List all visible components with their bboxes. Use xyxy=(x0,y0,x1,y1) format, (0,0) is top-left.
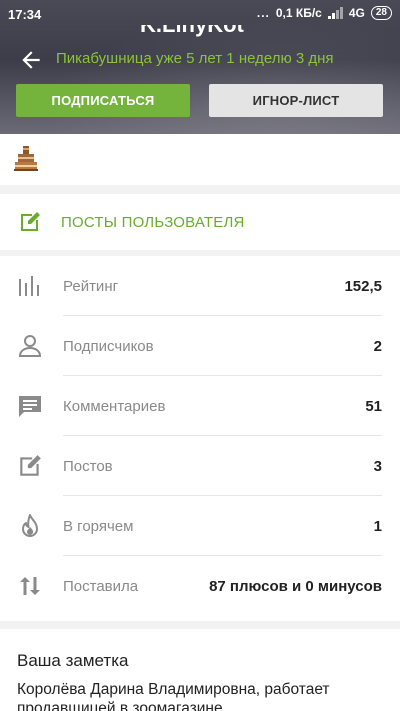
stat-value: 152,5 xyxy=(344,278,382,295)
user-note[interactable]: Ваша заметка Королёва Дарина Владимировн… xyxy=(0,629,400,711)
edit-icon xyxy=(20,455,41,476)
user-posts-label: ПОСТЫ ПОЛЬЗОВАТЕЛЯ xyxy=(61,214,245,231)
stat-label: Постов xyxy=(63,458,113,475)
user-posts-link[interactable]: ПОСТЫ ПОЛЬЗОВАТЕЛЯ xyxy=(0,194,400,250)
signal-icon xyxy=(327,7,343,19)
awards-row xyxy=(0,134,400,185)
profile-tenure: Пикабушница уже 5 лет 1 неделю 3 дня xyxy=(56,50,334,67)
stat-rating: Рейтинг 152,5 xyxy=(0,256,400,316)
stat-label: Комментариев xyxy=(63,398,166,415)
flame-icon xyxy=(22,514,38,537)
status-indicators: ... 0,1 КБ/с 4G 28 xyxy=(257,6,392,20)
network-type: 4G xyxy=(348,6,365,20)
back-arrow-icon[interactable] xyxy=(18,47,44,73)
stat-label: Поставила xyxy=(63,578,139,595)
stat-votes-given: Поставила 87 плюсов и 0 минусов xyxy=(0,556,400,616)
note-title: Ваша заметка xyxy=(17,651,129,670)
stat-comments[interactable]: Комментариев 51 xyxy=(0,376,400,436)
stat-label: Подписчиков xyxy=(63,338,154,355)
note-text: Королёва Дарина Владимировна, работает п… xyxy=(17,681,330,711)
status-bar: 17:34 ... 0,1 КБ/с 4G 28 xyxy=(0,0,400,28)
battery-icon: 28 xyxy=(370,6,392,20)
profile-header: 17:34 ... 0,1 КБ/с 4G 28 K.LinyKot Пикаб… xyxy=(0,0,400,134)
stat-value: 87 плюсов и 0 минусов xyxy=(209,578,382,595)
edit-icon xyxy=(21,212,40,231)
up-down-arrows-icon xyxy=(20,577,40,595)
stat-value: 1 xyxy=(373,518,382,535)
battery-level: 28 xyxy=(375,7,387,18)
notification-dots: ... xyxy=(256,6,270,20)
status-time: 17:34 xyxy=(8,7,42,22)
stat-value: 2 xyxy=(373,338,382,355)
person-icon xyxy=(18,335,42,357)
stat-hot[interactable]: В горячем 1 xyxy=(0,496,400,556)
stat-value: 3 xyxy=(373,458,382,475)
comment-icon xyxy=(19,396,41,417)
subscribe-button[interactable]: ПОДПИСАТЬСЯ xyxy=(16,84,190,117)
stats-list: Рейтинг 152,5 Подписчиков 2 Комментариев… xyxy=(0,256,400,621)
stat-label: Рейтинг xyxy=(63,278,119,295)
stat-label: В горячем xyxy=(63,518,134,535)
stat-subscribers[interactable]: Подписчиков 2 xyxy=(0,316,400,376)
network-speed: 0,1 КБ/с xyxy=(275,6,322,20)
ignore-list-button[interactable]: ИГНОР-ЛИСТ xyxy=(209,84,383,117)
stat-posts[interactable]: Постов 3 xyxy=(0,436,400,496)
rating-bars-icon xyxy=(19,276,39,296)
stat-value: 51 xyxy=(365,398,382,415)
cake-award-icon[interactable] xyxy=(14,146,38,172)
